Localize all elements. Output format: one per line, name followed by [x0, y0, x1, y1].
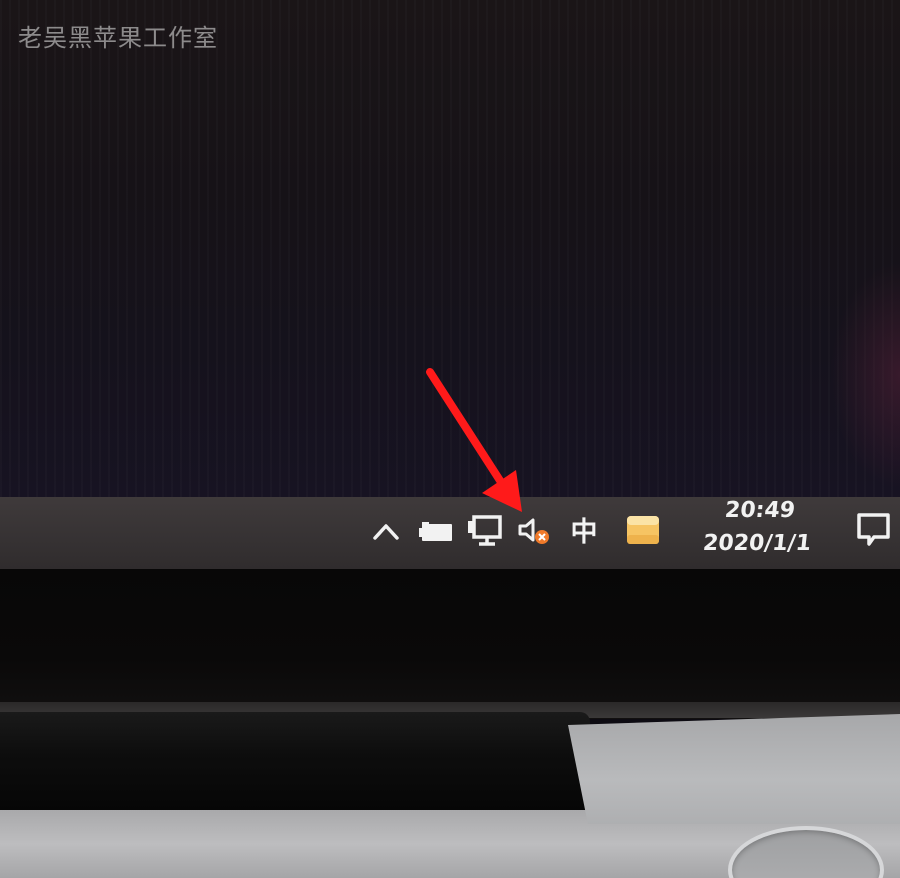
sticky-notes-icon — [627, 516, 659, 544]
input-method-indicator[interactable]: 中 — [566, 511, 602, 548]
desktop-background: 老吴黑苹果工作室 — [0, 0, 900, 498]
laptop-hinge — [0, 712, 590, 820]
clock-time: 20:49 — [723, 498, 797, 523]
taskbar: 中 20:49 2020/1/1 — [0, 497, 900, 569]
taskbar-clock[interactable]: 20:49 2020/1/1 — [690, 497, 820, 569]
volume-muted-icon — [518, 518, 549, 544]
network-status[interactable] — [466, 513, 506, 549]
chevron-up-icon — [373, 524, 399, 540]
clock-date: 2020/1/1 — [701, 531, 813, 556]
show-hidden-icons-button[interactable] — [370, 515, 402, 547]
laptop-chassis-corner — [568, 714, 900, 824]
battery-icon — [419, 522, 452, 541]
screen-bezel — [0, 569, 900, 719]
network-monitor-icon — [468, 515, 502, 546]
battery-status[interactable] — [418, 519, 456, 545]
photo-scene: 老吴黑苹果工作室 中 20:49 2020/1/1 — [0, 0, 900, 878]
action-center-icon — [857, 513, 890, 546]
sticky-notes-tray-button[interactable] — [624, 513, 662, 547]
volume-button[interactable] — [514, 513, 554, 549]
watermark: 老吴黑苹果工作室 — [18, 24, 218, 52]
action-center-button[interactable] — [852, 507, 896, 551]
